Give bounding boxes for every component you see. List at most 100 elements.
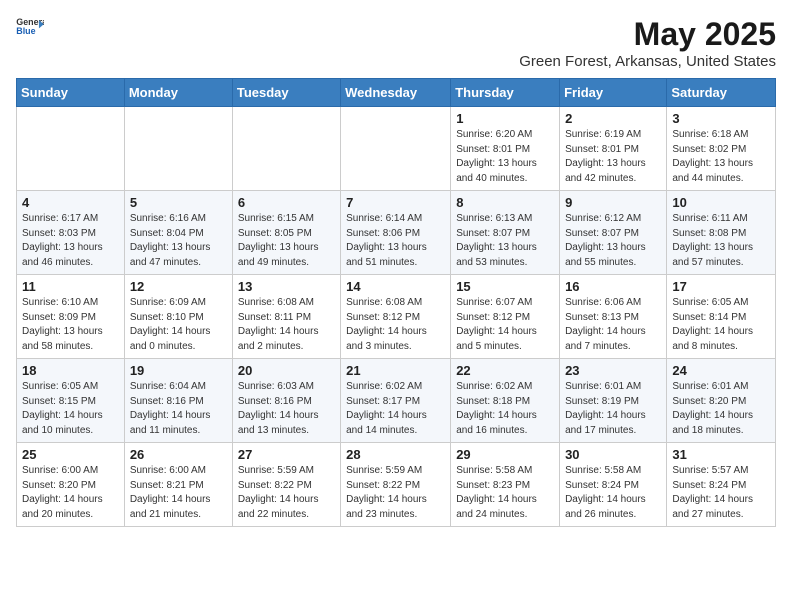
day-info: Sunrise: 6:06 AMSunset: 8:13 PMDaylight:…: [565, 296, 661, 354]
day-info: Sunrise: 6:01 AMSunset: 8:20 PMDaylight:…: [672, 380, 770, 438]
subtitle: Green Forest, Arkansas, United States: [519, 53, 776, 70]
day-number: 13: [238, 279, 335, 294]
day-cell: 1 Sunrise: 6:20 AMSunset: 8:01 PMDaylight…: [451, 107, 560, 191]
day-cell: 15 Sunrise: 6:07 AMSunset: 8:12 PMDayligh…: [451, 275, 560, 359]
day-cell: 21 Sunrise: 6:02 AMSunset: 8:17 PMDayligh…: [341, 359, 451, 443]
day-cell: 11Sunrise: 6:10 AMSunset: 8:09 PMDayligh…: [17, 275, 125, 359]
day-number: 23: [565, 363, 661, 378]
day-number: 22: [456, 363, 554, 378]
day-cell: 18 Sunrise: 6:05 AMSunset: 8:15 PMDayligh…: [17, 359, 125, 443]
day-cell: 23 Sunrise: 6:01 AMSunset: 8:19 PMDayligh…: [560, 359, 667, 443]
logo: General Blue: [16, 16, 46, 38]
day-cell: 10 Sunrise: 6:11 AMSunset: 8:08 PMDayligh…: [667, 191, 776, 275]
day-cell: 13 Sunrise: 6:08 AMSunset: 8:11 PMDayligh…: [232, 275, 340, 359]
day-info: Sunrise: 6:19 AMSunset: 8:01 PMDaylight:…: [565, 128, 661, 186]
day-cell: [341, 107, 451, 191]
header-wednesday: Wednesday: [341, 79, 451, 107]
header-thursday: Thursday: [451, 79, 560, 107]
header-sunday: Sunday: [17, 79, 125, 107]
day-cell: 16Sunrise: 6:06 AMSunset: 8:13 PMDayligh…: [560, 275, 667, 359]
day-number: 19: [130, 363, 227, 378]
header-tuesday: Tuesday: [232, 79, 340, 107]
day-cell: 29Sunrise: 5:58 AMSunset: 8:23 PMDayligh…: [451, 443, 560, 527]
day-number: 6: [238, 195, 335, 210]
day-info: Sunrise: 6:08 AMSunset: 8:12 PMDaylight:…: [346, 296, 445, 354]
day-info: Sunrise: 6:12 AMSunset: 8:07 PMDaylight:…: [565, 212, 661, 270]
day-info: Sunrise: 6:11 AMSunset: 8:08 PMDaylight:…: [672, 212, 770, 270]
day-info: Sunrise: 5:59 AMSunset: 8:22 PMDaylight:…: [238, 464, 335, 522]
day-cell: 14 Sunrise: 6:08 AMSunset: 8:12 PMDayligh…: [341, 275, 451, 359]
calendar-table: SundayMondayTuesdayWednesdayThursdayFrid…: [16, 78, 776, 527]
day-cell: 12 Sunrise: 6:09 AMSunset: 8:10 PMDayligh…: [124, 275, 232, 359]
day-number: 9: [565, 195, 661, 210]
day-info: Sunrise: 6:05 AMSunset: 8:14 PMDaylight:…: [672, 296, 770, 354]
day-number: 24: [672, 363, 770, 378]
day-cell: 27 Sunrise: 5:59 AMSunset: 8:22 PMDayligh…: [232, 443, 340, 527]
header-saturday: Saturday: [667, 79, 776, 107]
week-row-3: 11Sunrise: 6:10 AMSunset: 8:09 PMDayligh…: [17, 275, 776, 359]
day-cell: 30Sunrise: 5:58 AMSunset: 8:24 PMDayligh…: [560, 443, 667, 527]
day-info: Sunrise: 6:04 AMSunset: 8:16 PMDaylight:…: [130, 380, 227, 438]
day-cell: 6Sunrise: 6:15 AMSunset: 8:05 PMDaylight…: [232, 191, 340, 275]
day-info: Sunrise: 6:18 AMSunset: 8:02 PMDaylight:…: [672, 128, 770, 186]
day-info: Sunrise: 6:14 AMSunset: 8:06 PMDaylight:…: [346, 212, 445, 270]
day-info: Sunrise: 6:00 AMSunset: 8:20 PMDaylight:…: [22, 464, 119, 522]
day-info: Sunrise: 6:20 AMSunset: 8:01 PMDaylight:…: [456, 128, 554, 186]
day-number: 14: [346, 279, 445, 294]
day-number: 17: [672, 279, 770, 294]
day-cell: 7Sunrise: 6:14 AMSunset: 8:06 PMDaylight…: [341, 191, 451, 275]
day-info: Sunrise: 6:10 AMSunset: 8:09 PMDaylight:…: [22, 296, 119, 354]
day-number: 4: [22, 195, 119, 210]
day-number: 12: [130, 279, 227, 294]
day-cell: 9 Sunrise: 6:12 AMSunset: 8:07 PMDaylight…: [560, 191, 667, 275]
day-info: Sunrise: 6:07 AMSunset: 8:12 PMDaylight:…: [456, 296, 554, 354]
day-info: Sunrise: 6:08 AMSunset: 8:11 PMDaylight:…: [238, 296, 335, 354]
header-monday: Monday: [124, 79, 232, 107]
day-info: Sunrise: 6:09 AMSunset: 8:10 PMDaylight:…: [130, 296, 227, 354]
day-number: 15: [456, 279, 554, 294]
day-info: Sunrise: 5:58 AMSunset: 8:23 PMDaylight:…: [456, 464, 554, 522]
header-friday: Friday: [560, 79, 667, 107]
day-info: Sunrise: 6:00 AMSunset: 8:21 PMDaylight:…: [130, 464, 227, 522]
week-row-4: 18 Sunrise: 6:05 AMSunset: 8:15 PMDayligh…: [17, 359, 776, 443]
day-number: 3: [672, 111, 770, 126]
day-number: 25: [22, 447, 119, 462]
day-number: 5: [130, 195, 227, 210]
day-info: Sunrise: 6:17 AMSunset: 8:03 PMDaylight:…: [22, 212, 119, 270]
day-info: Sunrise: 6:13 AMSunset: 8:07 PMDaylight:…: [456, 212, 554, 270]
day-number: 31: [672, 447, 770, 462]
main-title: May 2025: [519, 16, 776, 53]
day-number: 8: [456, 195, 554, 210]
day-cell: 20Sunrise: 6:03 AMSunset: 8:16 PMDayligh…: [232, 359, 340, 443]
day-cell: [232, 107, 340, 191]
day-info: Sunrise: 6:01 AMSunset: 8:19 PMDaylight:…: [565, 380, 661, 438]
day-number: 26: [130, 447, 227, 462]
day-info: Sunrise: 6:16 AMSunset: 8:04 PMDaylight:…: [130, 212, 227, 270]
day-cell: 8 Sunrise: 6:13 AMSunset: 8:07 PMDaylight…: [451, 191, 560, 275]
day-cell: 2 Sunrise: 6:19 AMSunset: 8:01 PMDaylight…: [560, 107, 667, 191]
day-info: Sunrise: 5:58 AMSunset: 8:24 PMDaylight:…: [565, 464, 661, 522]
day-cell: 25 Sunrise: 6:00 AMSunset: 8:20 PMDayligh…: [17, 443, 125, 527]
day-info: Sunrise: 5:59 AMSunset: 8:22 PMDaylight:…: [346, 464, 445, 522]
day-number: 10: [672, 195, 770, 210]
day-number: 18: [22, 363, 119, 378]
day-number: 2: [565, 111, 661, 126]
day-cell: 19 Sunrise: 6:04 AMSunset: 8:16 PMDayligh…: [124, 359, 232, 443]
day-number: 21: [346, 363, 445, 378]
day-cell: 17 Sunrise: 6:05 AMSunset: 8:14 PMDayligh…: [667, 275, 776, 359]
day-cell: [17, 107, 125, 191]
week-row-5: 25 Sunrise: 6:00 AMSunset: 8:20 PMDayligh…: [17, 443, 776, 527]
day-info: Sunrise: 6:05 AMSunset: 8:15 PMDaylight:…: [22, 380, 119, 438]
day-number: 20: [238, 363, 335, 378]
svg-text:Blue: Blue: [16, 26, 35, 36]
day-info: Sunrise: 6:02 AMSunset: 8:18 PMDaylight:…: [456, 380, 554, 438]
day-cell: 28 Sunrise: 5:59 AMSunset: 8:22 PMDayligh…: [341, 443, 451, 527]
day-number: 1: [456, 111, 554, 126]
day-number: 28: [346, 447, 445, 462]
week-row-2: 4 Sunrise: 6:17 AMSunset: 8:03 PMDaylight…: [17, 191, 776, 275]
day-cell: 3 Sunrise: 6:18 AMSunset: 8:02 PMDaylight…: [667, 107, 776, 191]
title-section: May 2025 Green Forest, Arkansas, United …: [519, 16, 776, 70]
week-row-1: 1 Sunrise: 6:20 AMSunset: 8:01 PMDaylight…: [17, 107, 776, 191]
day-info: Sunrise: 6:02 AMSunset: 8:17 PMDaylight:…: [346, 380, 445, 438]
day-number: 27: [238, 447, 335, 462]
